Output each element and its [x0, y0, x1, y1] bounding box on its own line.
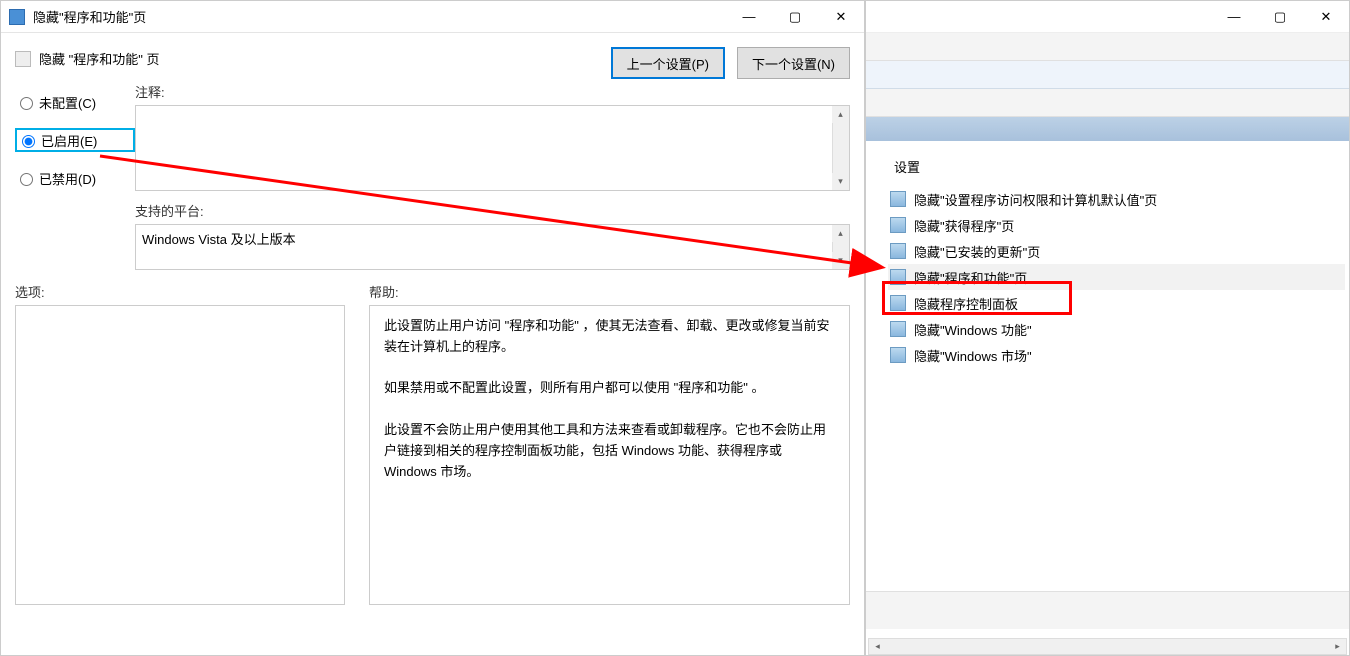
- radio-not-configured-label: 未配置(C): [39, 93, 96, 112]
- settings-item[interactable]: 隐藏"设置程序访问权限和计算机默认值"页: [888, 186, 1345, 212]
- list-commandbar: [866, 89, 1349, 117]
- settings-item[interactable]: 隐藏"已安装的更新"页: [888, 238, 1345, 264]
- radio-not-configured[interactable]: 未配置(C): [15, 90, 135, 114]
- scroll-down-icon[interactable]: ▾: [832, 173, 849, 190]
- list-addressbar: [866, 61, 1349, 89]
- maximize-button[interactable]: ▢: [772, 2, 818, 32]
- policy-icon: [890, 191, 906, 207]
- settings-item-label: 隐藏"程序和功能"页: [914, 268, 1027, 287]
- radio-disabled-label: 已禁用(D): [39, 169, 96, 188]
- minimize-button[interactable]: ―: [1211, 2, 1257, 32]
- scroll-up-icon[interactable]: ▴: [832, 106, 849, 123]
- list-titlebar[interactable]: ― ▢ ✕: [866, 1, 1349, 33]
- comment-textarea[interactable]: ▴ ▾: [135, 105, 850, 191]
- scroll-left-icon[interactable]: ◂: [869, 639, 886, 654]
- list-column-header[interactable]: [866, 117, 1349, 141]
- settings-item-label: 隐藏"设置程序访问权限和计算机默认值"页: [914, 190, 1157, 209]
- policy-item-icon: [15, 51, 31, 67]
- help-pane: 此设置防止用户访问 "程序和功能" ，使其无法查看、卸载、更改或修复当前安装在计…: [369, 305, 850, 605]
- policy-icon: [890, 269, 906, 285]
- minimize-button[interactable]: ―: [726, 2, 772, 32]
- scroll-down-icon[interactable]: ▾: [832, 252, 849, 269]
- supported-text: Windows Vista 及以上版本: [136, 225, 849, 252]
- horizontal-scrollbar[interactable]: ◂ ▸: [868, 638, 1347, 655]
- policy-icon: [890, 295, 906, 311]
- radio-disabled[interactable]: 已禁用(D): [15, 166, 135, 190]
- supported-textarea: Windows Vista 及以上版本 ▴ ▾: [135, 224, 850, 270]
- policy-icon: [890, 321, 906, 337]
- settings-item[interactable]: 隐藏"Windows 市场": [888, 342, 1345, 368]
- settings-item-label: 隐藏程序控制面板: [914, 294, 1018, 313]
- scroll-right-icon[interactable]: ▸: [1329, 639, 1346, 654]
- options-label: 选项:: [15, 282, 345, 301]
- settings-list-window: ― ▢ ✕ 设置 隐藏"设置程序访问权限和计算机默认值"页 隐藏"获得程序"页 …: [865, 0, 1350, 656]
- dialog-titlebar[interactable]: 隐藏"程序和功能"页 ― ▢ ✕: [1, 1, 864, 33]
- radio-enabled[interactable]: 已启用(E): [15, 128, 135, 152]
- dialog-title: 隐藏"程序和功能"页: [33, 7, 726, 26]
- help-paragraph: 此设置防止用户访问 "程序和功能" ，使其无法查看、卸载、更改或修复当前安装在计…: [384, 316, 835, 358]
- close-button[interactable]: ✕: [1303, 2, 1349, 32]
- settings-item[interactable]: 隐藏"获得程序"页: [888, 212, 1345, 238]
- supported-label: 支持的平台:: [135, 201, 850, 220]
- policy-icon: [890, 243, 906, 259]
- policy-name-label: 隐藏 "程序和功能" 页: [39, 49, 159, 68]
- settings-item-label: 隐藏"已安装的更新"页: [914, 242, 1040, 261]
- policy-dialog-window: 隐藏"程序和功能"页 ― ▢ ✕ 隐藏 "程序和功能" 页 上一个设置(P) 下…: [0, 0, 865, 656]
- scroll-up-icon[interactable]: ▴: [832, 225, 849, 242]
- comment-label: 注释:: [135, 82, 850, 101]
- policy-icon: [890, 217, 906, 233]
- settings-item[interactable]: 隐藏"Windows 功能": [888, 316, 1345, 342]
- group-header: 设置: [894, 157, 1345, 176]
- radio-disabled-input[interactable]: [20, 173, 33, 186]
- settings-item-label: 隐藏"Windows 市场": [914, 346, 1032, 365]
- options-pane: [15, 305, 345, 605]
- help-label: 帮助:: [369, 282, 850, 301]
- close-button[interactable]: ✕: [818, 2, 864, 32]
- settings-item[interactable]: 隐藏程序控制面板: [888, 290, 1345, 316]
- radio-enabled-input[interactable]: [22, 135, 35, 148]
- radio-not-configured-input[interactable]: [20, 97, 33, 110]
- radio-enabled-label: 已启用(E): [41, 131, 97, 150]
- settings-item-label: 隐藏"获得程序"页: [914, 216, 1014, 235]
- help-paragraph: 如果禁用或不配置此设置，则所有用户都可以使用 "程序和功能" 。: [384, 378, 835, 399]
- statusbar: [866, 591, 1349, 629]
- list-toolbar: [866, 33, 1349, 61]
- next-setting-button[interactable]: 下一个设置(N): [737, 47, 850, 79]
- settings-item-label: 隐藏"Windows 功能": [914, 320, 1032, 339]
- policy-icon: [890, 347, 906, 363]
- policy-icon: [9, 9, 25, 25]
- help-paragraph: 此设置不会防止用户使用其他工具和方法来查看或卸载程序。它也不会防止用户链接到相关…: [384, 420, 835, 482]
- maximize-button[interactable]: ▢: [1257, 2, 1303, 32]
- previous-setting-button[interactable]: 上一个设置(P): [611, 47, 725, 79]
- settings-list: 设置 隐藏"设置程序访问权限和计算机默认值"页 隐藏"获得程序"页 隐藏"已安装…: [866, 141, 1349, 591]
- settings-item-selected[interactable]: 隐藏"程序和功能"页: [888, 264, 1345, 290]
